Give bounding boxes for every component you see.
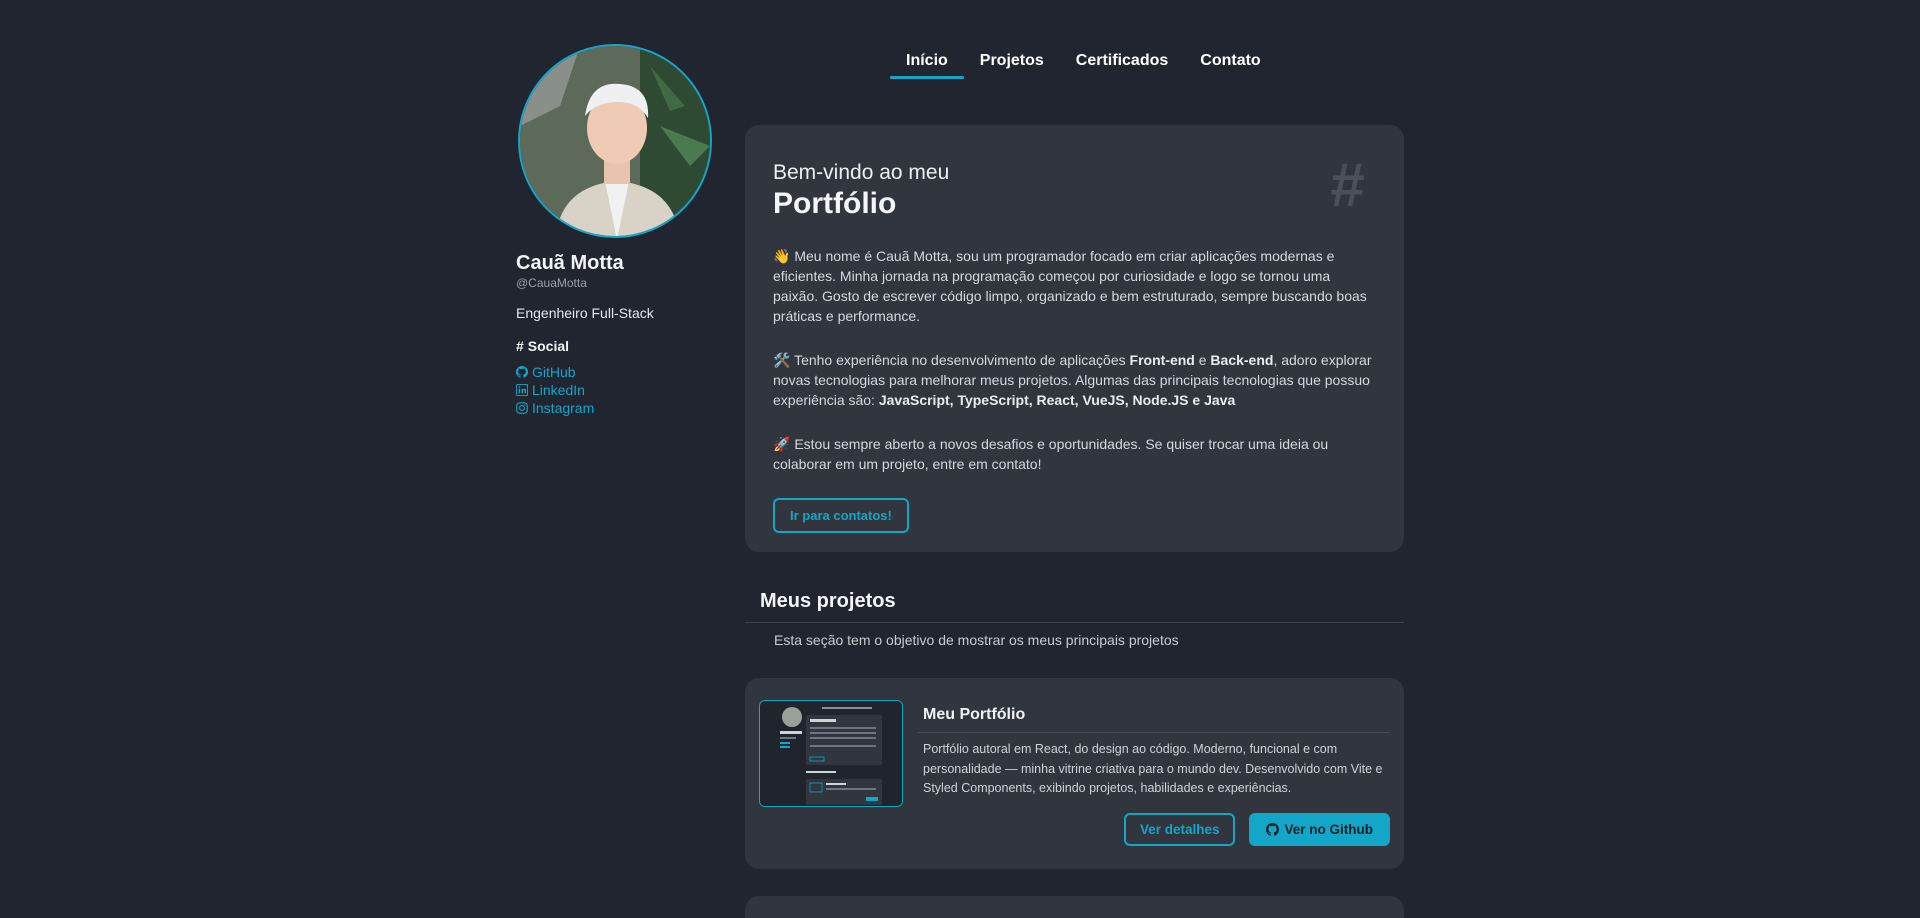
- project-body: Meu Portfólio Portfólio autoral em React…: [917, 700, 1390, 869]
- contact-cta-button[interactable]: Ir para contatos!: [773, 498, 909, 533]
- nav-item-certificados[interactable]: Certificados: [1060, 52, 1184, 76]
- project-thumbnail[interactable]: [759, 700, 903, 807]
- hero-welcome: Bem-vindo ao meu: [773, 161, 950, 184]
- view-github-button[interactable]: Ver no Github: [1249, 812, 1390, 846]
- social-link-label: LinkedIn: [532, 382, 585, 398]
- project-card: Meu Portfólio Portfólio autoral em React…: [745, 678, 1404, 869]
- projects-section-title: Meus projetos: [760, 590, 896, 612]
- social-heading: # Social: [516, 338, 716, 354]
- hero-card: # Bem-vindo ao meu Portfólio 👋 Meu nome …: [745, 125, 1404, 552]
- project-actions: Ver detalhes Ver no Github: [923, 812, 1390, 846]
- linkedin-icon: [516, 384, 528, 396]
- hero-paragraph-experience: 🛠️ Tenho experiência no desenvolvimento …: [773, 352, 1372, 408]
- projects-section-description: Esta seção tem o objetivo de mostrar os …: [774, 632, 1179, 648]
- social-link-linkedin[interactable]: LinkedIn: [516, 381, 716, 399]
- social-link-instagram[interactable]: Instagram: [516, 399, 716, 417]
- main-content: # Bem-vindo ao meu Portfólio 👋 Meu nome …: [745, 125, 1404, 869]
- github-icon: [1266, 822, 1280, 836]
- project-card-next: [745, 896, 1404, 918]
- profile-role: Engenheiro Full-Stack: [516, 305, 654, 321]
- project-description: Portfólio autoral em React, do design ao…: [923, 742, 1383, 795]
- nav-item-projetos[interactable]: Projetos: [964, 52, 1060, 76]
- hero-title: Portfólio: [773, 187, 897, 220]
- project-divider: [917, 732, 1390, 733]
- profile-name: Cauã Motta: [516, 252, 624, 274]
- avatar: [518, 44, 712, 238]
- profile-handle: @CauaMotta: [516, 276, 587, 290]
- top-nav: Início Projetos Certificados Contato: [890, 52, 1277, 79]
- hero-paragraph-intro: 👋 Meu nome é Cauã Motta, sou um programa…: [773, 248, 1367, 324]
- view-github-label: Ver no Github: [1284, 821, 1373, 837]
- social-link-label: Instagram: [532, 400, 595, 416]
- nav-item-inicio[interactable]: Início: [890, 52, 964, 79]
- section-divider: [745, 622, 1404, 623]
- github-icon: [516, 366, 528, 378]
- social-link-github[interactable]: GitHub: [516, 363, 716, 381]
- view-details-button[interactable]: Ver detalhes: [1123, 812, 1236, 846]
- hero-paragraph-contact: 🚀 Estou sempre aberto a novos desafios e…: [773, 436, 1329, 472]
- social-links: GitHub LinkedIn Instagram: [516, 363, 716, 417]
- nav-item-contato[interactable]: Contato: [1184, 52, 1276, 76]
- profile-sidebar: Cauã Motta @CauaMotta Engenheiro Full-St…: [516, 44, 716, 417]
- hash-icon: #: [516, 338, 524, 354]
- hash-icon: #: [1329, 151, 1364, 220]
- instagram-icon: [516, 402, 528, 414]
- project-title: Meu Portfólio: [923, 706, 1026, 723]
- social-heading-label: Social: [527, 338, 570, 354]
- social-link-label: GitHub: [532, 364, 576, 380]
